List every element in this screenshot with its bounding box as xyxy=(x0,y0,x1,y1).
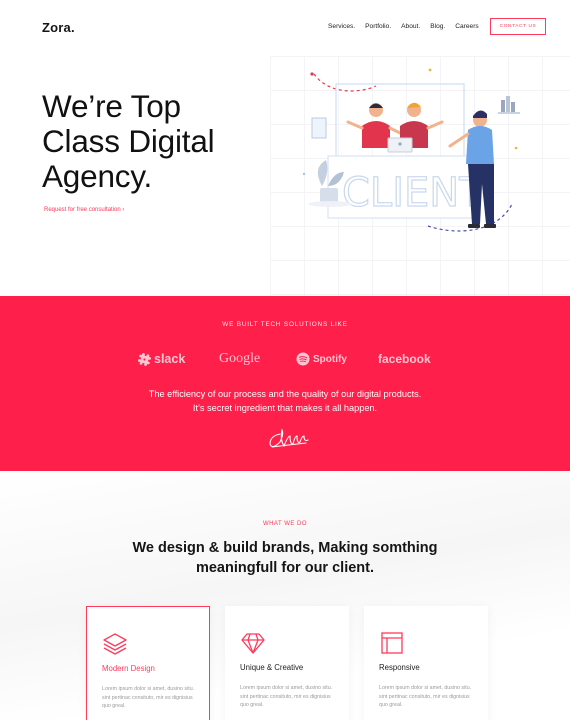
layers-icon xyxy=(103,633,127,655)
nav-blog[interactable]: Blog. xyxy=(430,23,445,30)
diamond-icon xyxy=(241,633,265,654)
service-card-modern-design[interactable]: Modern Design Lorem ipsum dolor si amet,… xyxy=(86,606,210,720)
slack-hash-icon xyxy=(138,352,151,366)
card-title: Modern Design xyxy=(102,664,155,673)
main-nav: Services. Portfolio. About. Blog. Career… xyxy=(328,23,479,30)
clients-eyebrow: WE BUILT TECH SOLUTIONS LIKE xyxy=(222,321,348,328)
hero-title: We’re Top Class Digital Agency. xyxy=(42,88,215,194)
nav-portfolio[interactable]: Portfolio. xyxy=(365,23,391,30)
band-description-line-2: It’s secret ingredient that makes it all… xyxy=(192,403,378,413)
spotify-logo: Spotify xyxy=(296,348,347,370)
service-card-responsive[interactable]: Responsive Lorem ipsum dolor si amet, du… xyxy=(364,606,488,720)
facebook-logo: facebook xyxy=(378,348,431,370)
band-description: The efficiency of our process and the qu… xyxy=(0,387,570,415)
team-client-illustration: CLIENT xyxy=(302,68,520,232)
hero-title-line-1: We’re Top xyxy=(42,88,181,124)
services-title-line-1: We design & build brands, Making somthin… xyxy=(132,540,438,556)
contact-us-button[interactable]: CONTACT US xyxy=(490,18,546,35)
spotify-icon xyxy=(296,352,310,366)
spotify-wordmark: Spotify xyxy=(313,353,347,365)
google-wordmark: Google xyxy=(219,351,261,366)
signature-icon xyxy=(269,428,309,448)
card-title: Unique & Creative xyxy=(240,663,304,672)
slack-wordmark: slack xyxy=(154,352,186,366)
facebook-wordmark: facebook xyxy=(378,352,431,366)
google-logo: Google xyxy=(219,348,260,370)
card-title: Responsive xyxy=(379,663,420,672)
slack-logo: slack xyxy=(138,348,185,370)
hero-title-line-2: Class Digital xyxy=(42,123,215,159)
services-section: WHAT WE DO We design & build brands, Mak… xyxy=(0,471,570,720)
window-icon xyxy=(381,632,403,654)
nav-services[interactable]: Services. xyxy=(328,23,355,30)
services-title: We design & build brands, Making somthin… xyxy=(0,538,570,578)
services-eyebrow: WHAT WE DO xyxy=(262,521,308,527)
card-text: Lorem ipsum dolor si amet, dusino situ. … xyxy=(240,685,333,709)
logo[interactable]: Zora. xyxy=(42,20,75,35)
brand-logos: slack Google Spotify facebook xyxy=(0,348,570,370)
band-description-line-1: The efficiency of our process and the qu… xyxy=(148,389,422,399)
free-consultation-link[interactable]: Request for free consultation › xyxy=(44,207,124,213)
hero-title-line-3: Agency. xyxy=(42,158,153,194)
site-header: Zora. Services. Portfolio. About. Blog. … xyxy=(0,0,570,56)
card-text: Lorem ipsum dolor si amet, dusino situ. … xyxy=(102,686,195,710)
illustration-client-word: CLIENT xyxy=(342,170,484,216)
nav-careers[interactable]: Careers xyxy=(455,23,478,30)
service-card-unique-creative[interactable]: Unique & Creative Lorem ipsum dolor si a… xyxy=(225,606,349,720)
services-title-line-2: meaningfull for our client. xyxy=(195,560,375,576)
clients-band: WE BUILT TECH SOLUTIONS LIKE slack Googl… xyxy=(0,296,570,471)
hero-section: We’re Top Class Digital Agency. Request … xyxy=(0,56,570,296)
card-text: Lorem ipsum dolor si amet, dusino situ. … xyxy=(379,685,472,709)
nav-about[interactable]: About. xyxy=(401,23,420,30)
